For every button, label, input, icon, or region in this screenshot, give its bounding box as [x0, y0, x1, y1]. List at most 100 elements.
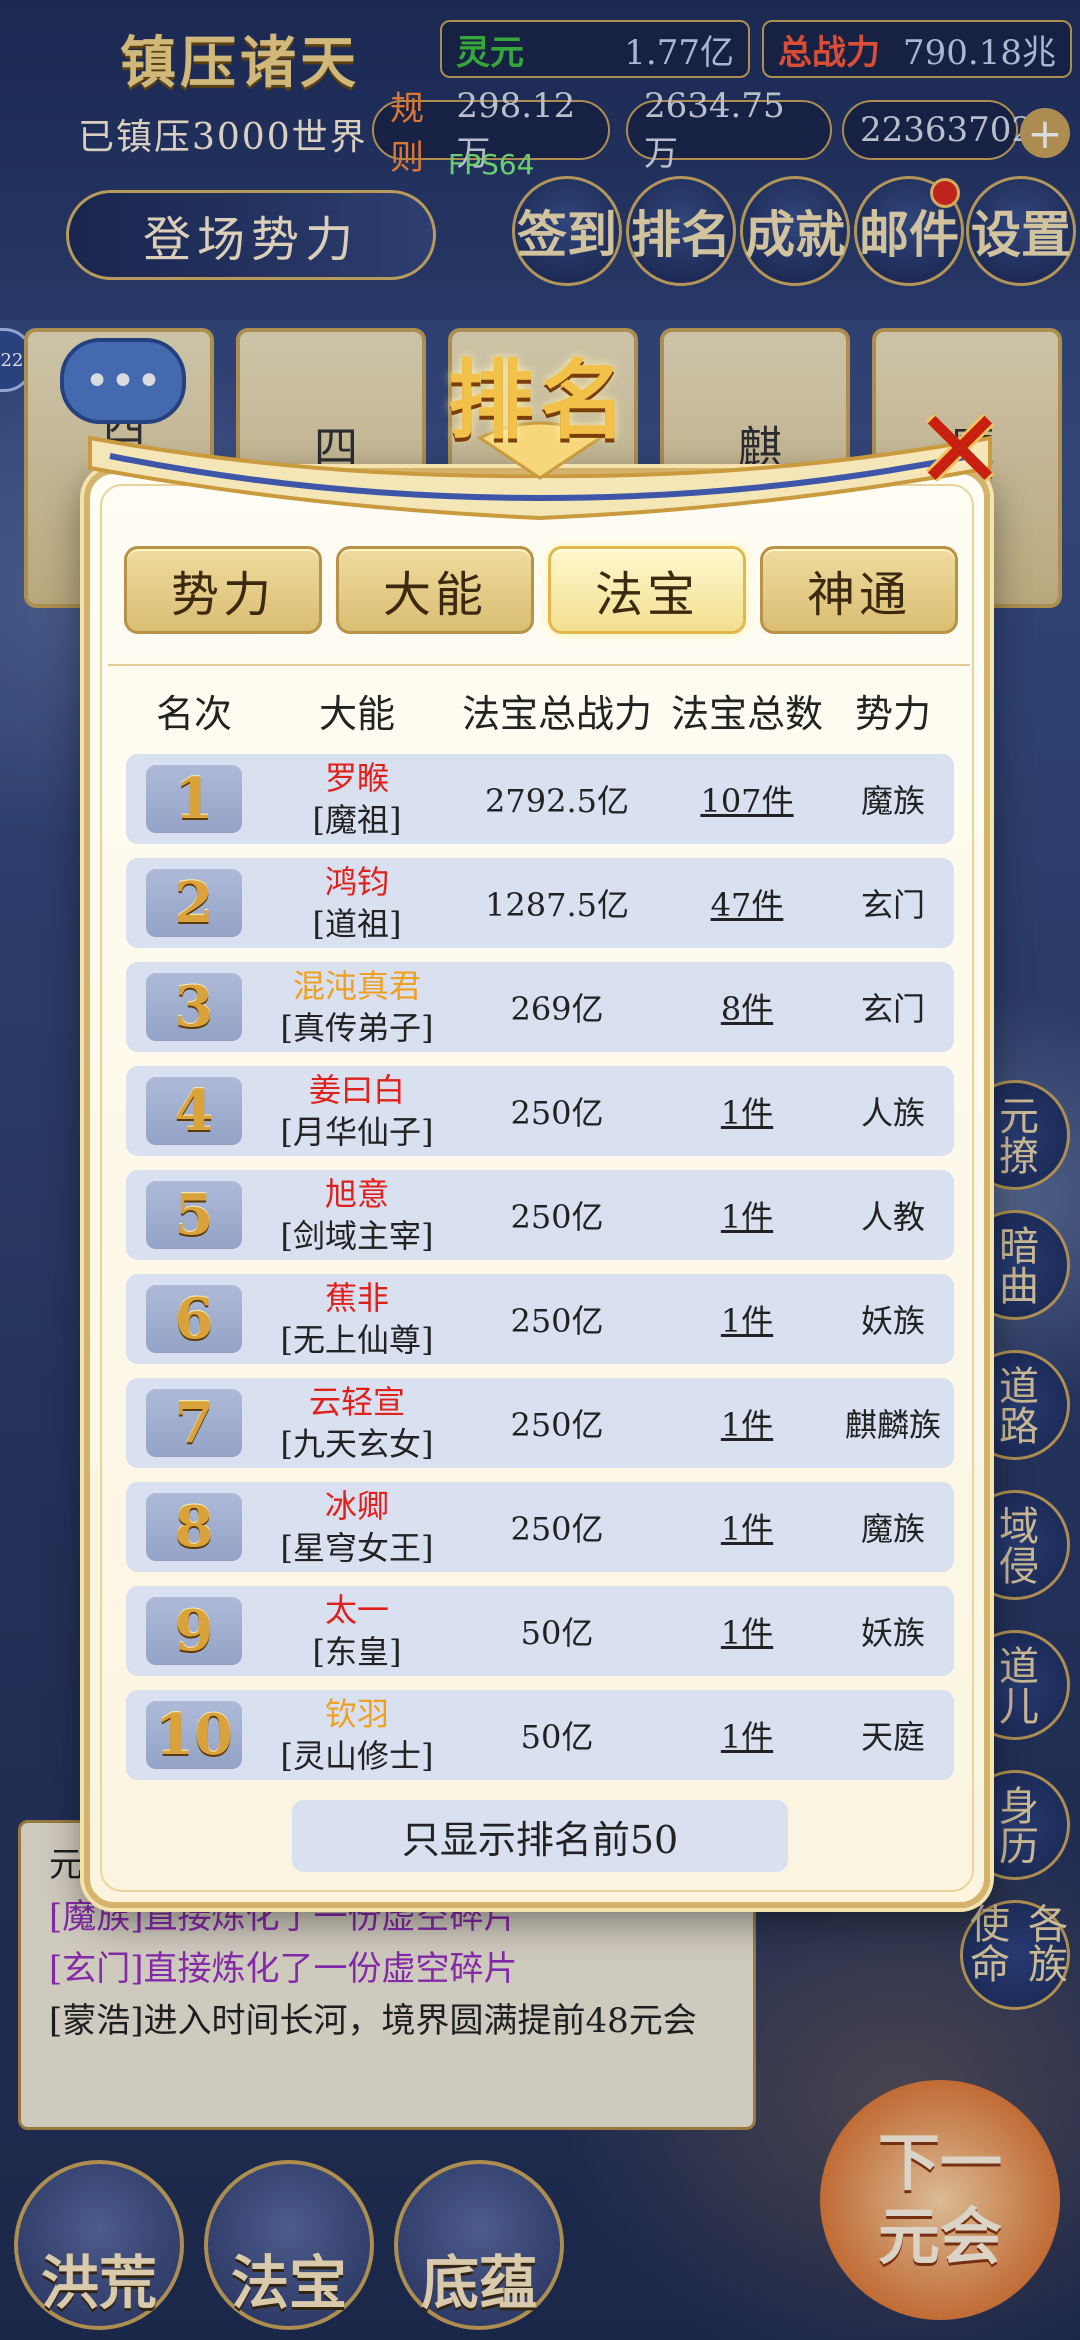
player-name: 旭意: [324, 1175, 389, 1213]
rank-badge: 9: [146, 1597, 242, 1665]
ranking-table: 1 罗睺 [魔祖] 2792.5亿 107件 魔族 2 鸿钧 [道祖] 1287…: [126, 754, 954, 1794]
name-cell: 冰卿 [星穹女王]: [262, 1485, 452, 1569]
table-row[interactable]: 2 鸿钧 [道祖] 1287.5亿 47件 玄门: [126, 858, 954, 948]
faction-cell: 天庭: [860, 1718, 925, 1756]
faction-cell: 魔族: [860, 782, 925, 820]
faction-cell: 魔族: [860, 1510, 925, 1548]
player-title: [魔祖]: [312, 801, 402, 839]
name-cell: 混沌真君 [真传弟子]: [262, 965, 452, 1049]
power-cell: 250亿: [510, 1302, 604, 1340]
rank-cell: 6: [126, 1285, 262, 1353]
power-cell: 2792.5亿: [485, 782, 629, 820]
rank-cell: 7: [126, 1389, 262, 1457]
name-cell: 鸿钧 [道祖]: [262, 861, 452, 945]
top50-notice: 只显示排名前50: [292, 1800, 788, 1872]
power-cell: 250亿: [510, 1510, 604, 1548]
table-row[interactable]: 3 混沌真君 [真传弟子] 269亿 8件 玄门: [126, 962, 954, 1052]
power-cell: 50亿: [520, 1718, 594, 1756]
count-link[interactable]: 8件: [662, 984, 832, 1030]
rank-cell: 9: [126, 1597, 262, 1665]
player-name: 云轻宣: [308, 1383, 405, 1421]
faction-cell: 妖族: [860, 1302, 925, 1340]
faction-cell: 玄门: [860, 990, 925, 1028]
tab-shili[interactable]: 势力: [124, 546, 322, 634]
power-cell: 250亿: [510, 1094, 604, 1132]
faction-cell: 人教: [860, 1198, 925, 1236]
player-name: 钦羽: [324, 1695, 389, 1733]
name-cell: 蕉非 [无上仙尊]: [262, 1277, 452, 1361]
player-name: 姜曰白: [308, 1071, 405, 1109]
table-row[interactable]: 8 冰卿 [星穹女王] 250亿 1件 魔族: [126, 1482, 954, 1572]
power-cell: 250亿: [510, 1198, 604, 1236]
rank-cell: 5: [126, 1181, 262, 1249]
player-title: [九天玄女]: [280, 1425, 434, 1463]
header-power: 法宝总战力: [461, 691, 652, 736]
rank-cell: 2: [126, 869, 262, 937]
rank-cell: 8: [126, 1493, 262, 1561]
header-name: 大能: [318, 691, 395, 736]
name-cell: 云轻宣 [九天玄女]: [262, 1381, 452, 1465]
table-row[interactable]: 1 罗睺 [魔祖] 2792.5亿 107件 魔族: [126, 754, 954, 844]
player-title: [剑域主宰]: [280, 1217, 434, 1255]
divider: [108, 664, 970, 666]
faction-cell: 麒麟族: [844, 1406, 941, 1444]
count-link[interactable]: 107件: [662, 776, 832, 822]
player-name: 冰卿: [324, 1487, 389, 1525]
header-rank: 名次: [155, 691, 232, 736]
rank-badge: 2: [146, 869, 242, 937]
count-link[interactable]: 1件: [662, 1088, 832, 1134]
faction-cell: 人族: [860, 1094, 925, 1132]
count-link[interactable]: 1件: [662, 1608, 832, 1654]
faction-cell: 玄门: [860, 886, 925, 924]
player-title: [道祖]: [312, 905, 402, 943]
rank-badge: 5: [146, 1181, 242, 1249]
count-link[interactable]: 1件: [662, 1400, 832, 1446]
player-title: [无上仙尊]: [280, 1321, 434, 1359]
table-row[interactable]: 4 姜曰白 [月华仙子] 250亿 1件 人族: [126, 1066, 954, 1156]
count-link[interactable]: 1件: [662, 1712, 832, 1758]
player-title: [真传弟子]: [280, 1009, 434, 1047]
ranking-tabs: 势力 大能 法宝 神通: [124, 546, 958, 634]
rank-cell: 4: [126, 1077, 262, 1145]
rank-badge: 4: [146, 1077, 242, 1145]
table-row[interactable]: 6 蕉非 [无上仙尊] 250亿 1件 妖族: [126, 1274, 954, 1364]
rank-badge: 1: [146, 765, 242, 833]
header-count: 法宝总数: [670, 691, 823, 736]
name-cell: 姜曰白 [月华仙子]: [262, 1069, 452, 1153]
count-link[interactable]: 1件: [662, 1192, 832, 1238]
name-cell: 钦羽 [灵山修士]: [262, 1693, 452, 1777]
table-header: 名次 大能 法宝总战力 法宝总数 势力: [126, 680, 954, 740]
player-title: [星穹女王]: [280, 1529, 434, 1567]
header-faction: 势力: [854, 691, 931, 736]
player-name: 罗睺: [324, 759, 389, 797]
close-icon[interactable]: ✕: [914, 395, 1006, 505]
tab-daneng[interactable]: 大能: [336, 546, 534, 634]
power-cell: 1287.5亿: [485, 886, 629, 924]
player-name: 太一: [324, 1591, 389, 1629]
rank-badge: 10: [146, 1701, 242, 1769]
player-name: 混沌真君: [292, 967, 421, 1005]
table-row[interactable]: 10 钦羽 [灵山修士] 50亿 1件 天庭: [126, 1690, 954, 1780]
power-cell: 50亿: [520, 1614, 594, 1652]
rank-badge: 3: [146, 973, 242, 1041]
rank-cell: 10: [126, 1701, 262, 1769]
tab-shentong[interactable]: 神通: [760, 546, 958, 634]
table-row[interactable]: 9 太一 [东皇] 50亿 1件 妖族: [126, 1586, 954, 1676]
count-link[interactable]: 47件: [662, 880, 832, 926]
count-link[interactable]: 1件: [662, 1504, 832, 1550]
count-link[interactable]: 1件: [662, 1296, 832, 1342]
name-cell: 旭意 [剑域主宰]: [262, 1173, 452, 1257]
rank-badge: 6: [146, 1285, 242, 1353]
player-title: [东皇]: [312, 1633, 402, 1671]
rank-cell: 1: [126, 765, 262, 833]
power-cell: 250亿: [510, 1406, 604, 1444]
table-row[interactable]: 7 云轻宣 [九天玄女] 250亿 1件 麒麟族: [126, 1378, 954, 1468]
modal-title: 排名: [448, 350, 632, 451]
power-cell: 269亿: [510, 990, 604, 1028]
name-cell: 太一 [东皇]: [262, 1589, 452, 1673]
name-cell: 罗睺 [魔祖]: [262, 757, 452, 841]
table-row[interactable]: 5 旭意 [剑域主宰] 250亿 1件 人教: [126, 1170, 954, 1260]
rank-badge: 8: [146, 1493, 242, 1561]
tab-fabao[interactable]: 法宝: [548, 546, 746, 634]
rank-badge: 7: [146, 1389, 242, 1457]
